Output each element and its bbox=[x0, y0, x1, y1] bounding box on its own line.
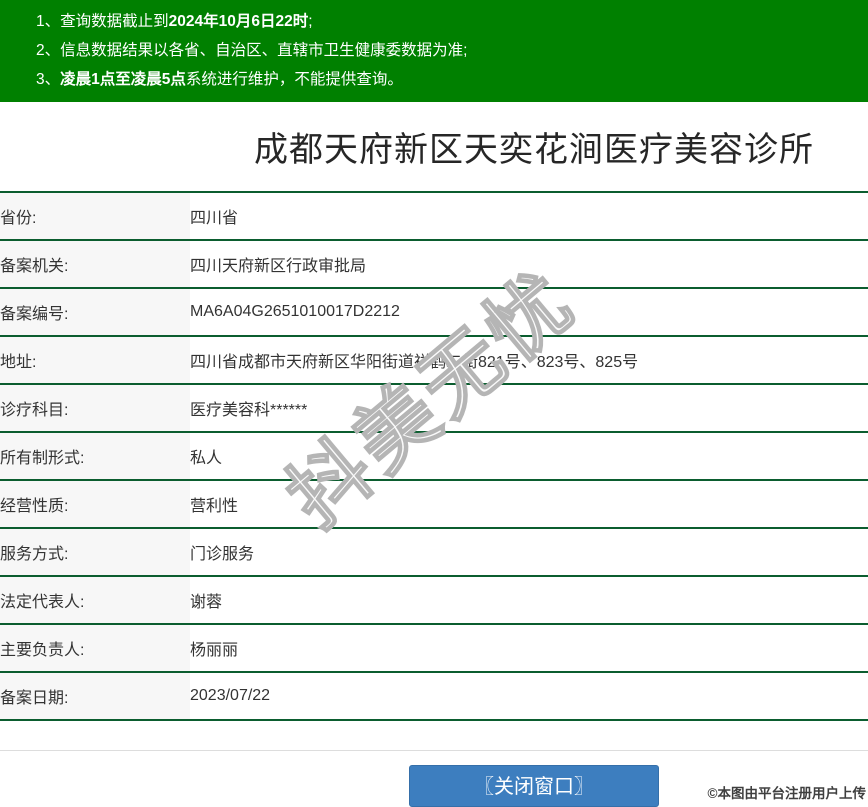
row-value-legal-representative: 谢蓉 bbox=[190, 576, 868, 625]
row-label-ownership: 所有制形式: bbox=[0, 432, 190, 481]
row-label-filing-date: 备案日期: bbox=[0, 672, 190, 721]
notice-line-2: 2、信息数据结果以各省、自治区、直辖市卫生健康委数据为准; bbox=[36, 36, 858, 65]
table-row: 备案机关: 四川天府新区行政审批局 bbox=[0, 240, 868, 289]
notice-3-suffix: 系统进行维护，不能提供查询。 bbox=[185, 71, 403, 88]
table-row: 备案编号: MA6A04G2651010017D2212 bbox=[0, 288, 868, 337]
row-value-filing-date: 2023/07/22 bbox=[190, 672, 868, 721]
row-value-principal: 杨丽丽 bbox=[190, 624, 868, 673]
registration-info-table: 省份: 四川省 备案机关: 四川天府新区行政审批局 备案编号: MA6A04G2… bbox=[0, 191, 868, 721]
title-area: 成都天府新区天奕花涧医疗美容诊所 bbox=[200, 102, 868, 191]
row-label-principal: 主要负责人: bbox=[0, 624, 190, 673]
row-label-filing-number: 备案编号: bbox=[0, 288, 190, 337]
table-row: 法定代表人: 谢蓉 bbox=[0, 576, 868, 625]
row-label-departments: 诊疗科目: bbox=[0, 384, 190, 433]
notice-3-bold-text: 凌晨1点至凌晨5点 bbox=[60, 71, 186, 88]
copyright-watermark: ©本图由平台注册用户上传 bbox=[707, 786, 866, 801]
notice-1-text: 1、查询数据截止到 bbox=[36, 13, 169, 30]
notice-3-text: 3、 bbox=[36, 71, 61, 88]
table-row: 服务方式: 门诊服务 bbox=[0, 528, 868, 577]
notice-line-3: 3、凌晨1点至凌晨5点系统进行维护，不能提供查询。 bbox=[36, 65, 858, 94]
row-value-service-mode: 门诊服务 bbox=[190, 528, 868, 577]
table-row: 所有制形式: 私人 bbox=[0, 432, 868, 481]
notice-line-1: 1、查询数据截止到2024年10月6日22时; bbox=[36, 7, 858, 36]
table-row: 省份: 四川省 bbox=[0, 192, 868, 241]
notice-header: 1、查询数据截止到2024年10月6日22时; 2、信息数据结果以各省、自治区、… bbox=[0, 0, 868, 102]
row-label-address: 地址: bbox=[0, 336, 190, 385]
row-label-legal-representative: 法定代表人: bbox=[0, 576, 190, 625]
row-label-business-nature: 经营性质: bbox=[0, 480, 190, 529]
row-label-province: 省份: bbox=[0, 192, 190, 241]
table-row: 地址: 四川省成都市天府新区华阳街道祥鹤二街821号、823号、825号 bbox=[0, 336, 868, 385]
notice-1-suffix: ; bbox=[308, 13, 313, 30]
row-value-filing-number: MA6A04G2651010017D2212 bbox=[190, 288, 868, 337]
table-row: 主要负责人: 杨丽丽 bbox=[0, 624, 868, 673]
page-title: 成都天府新区天奕花涧医疗美容诊所 bbox=[254, 131, 814, 169]
row-value-address: 四川省成都市天府新区华阳街道祥鹤二街821号、823号、825号 bbox=[190, 336, 868, 385]
table-row: 诊疗科目: 医疗美容科****** bbox=[0, 384, 868, 433]
row-value-business-nature: 营利性 bbox=[190, 480, 868, 529]
row-label-filing-authority: 备案机关: bbox=[0, 240, 190, 289]
table-row: 备案日期: 2023/07/22 bbox=[0, 672, 868, 721]
row-value-departments: 医疗美容科****** bbox=[190, 384, 868, 433]
notice-1-bold-text: 2024年10月6日22时 bbox=[168, 13, 309, 30]
row-label-service-mode: 服务方式: bbox=[0, 528, 190, 577]
close-window-button[interactable]: 〖关闭窗口〗 bbox=[409, 765, 659, 807]
row-value-ownership: 私人 bbox=[190, 432, 868, 481]
table-row: 经营性质: 营利性 bbox=[0, 480, 868, 529]
row-value-filing-authority: 四川天府新区行政审批局 bbox=[190, 240, 868, 289]
row-value-province: 四川省 bbox=[190, 192, 868, 241]
notice-2-text: 2、信息数据结果以各省、自治区、直辖市卫生健康委数据为准; bbox=[36, 42, 468, 59]
